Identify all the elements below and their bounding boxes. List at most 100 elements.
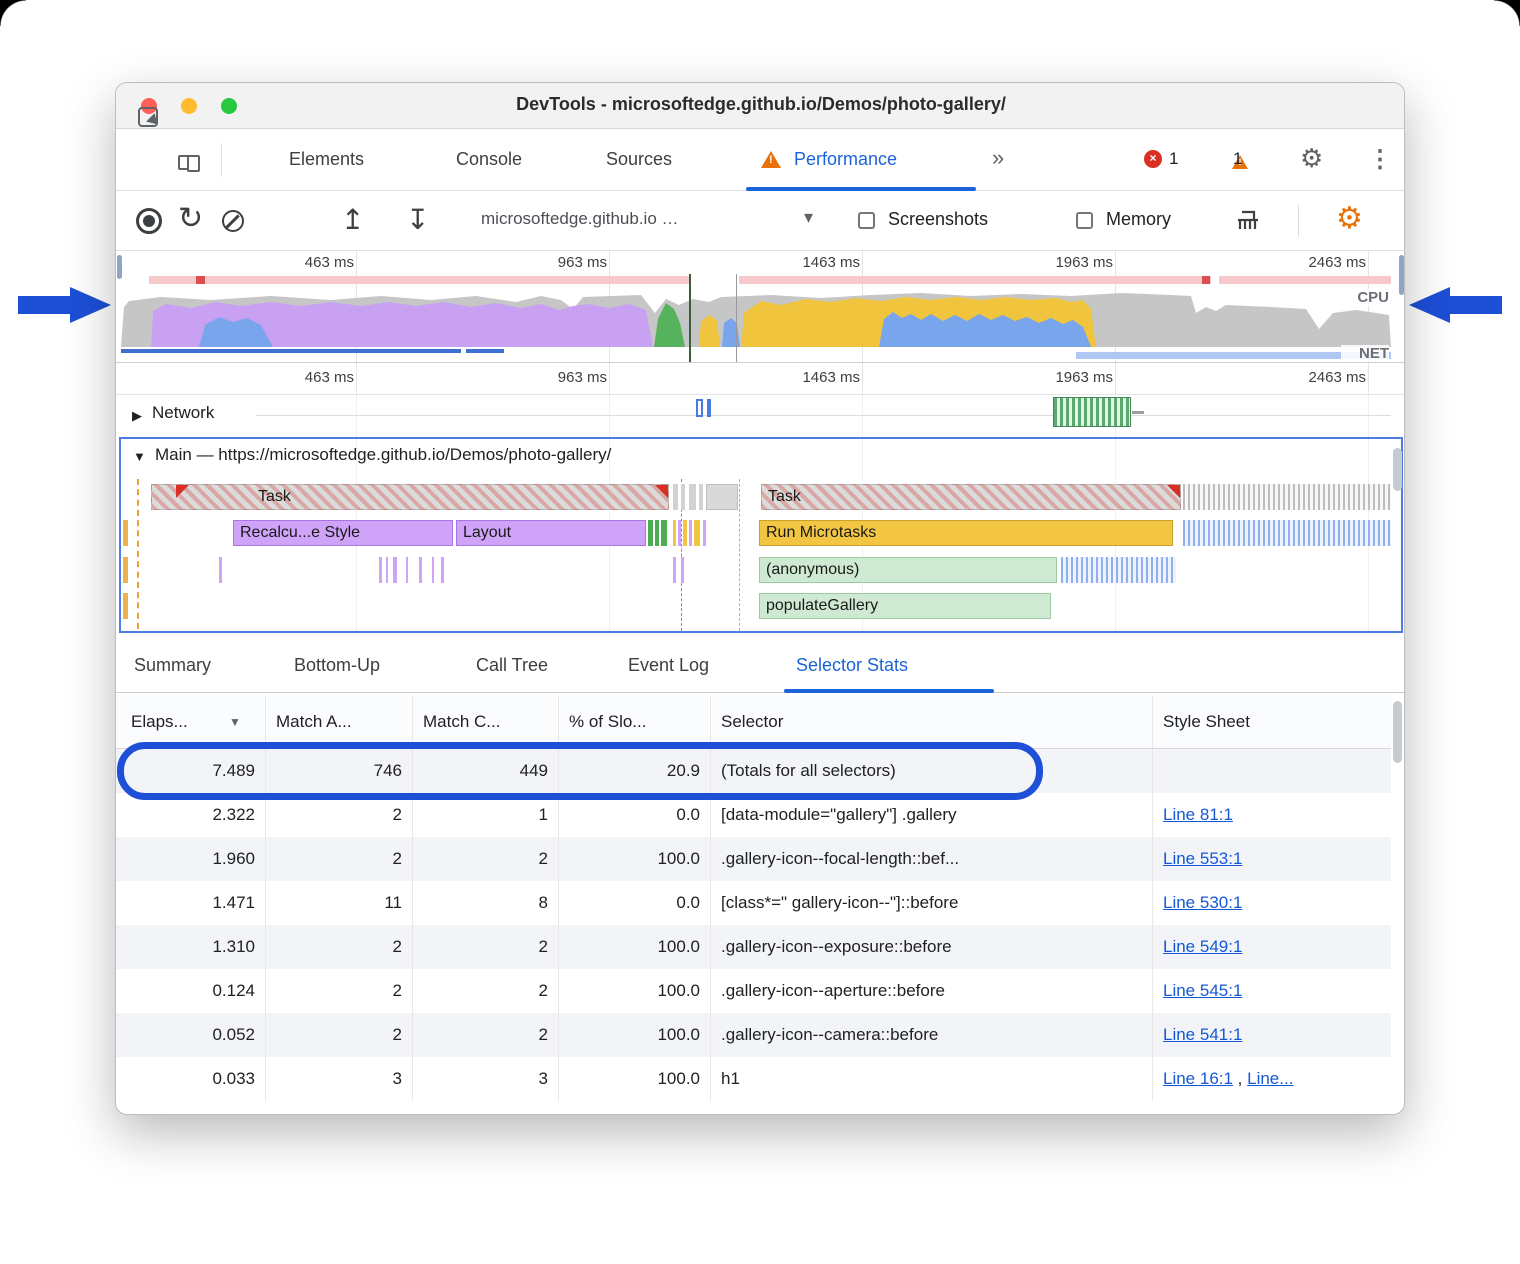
column-header-style-sheet[interactable]: Style Sheet: [1153, 695, 1391, 748]
tab-bottom-up[interactable]: Bottom-Up: [294, 655, 380, 676]
activity-sliver[interactable]: [673, 520, 676, 546]
column-header-match-count[interactable]: Match C...: [413, 695, 559, 748]
range-divider-line[interactable]: [736, 274, 737, 362]
activity-sliver[interactable]: [706, 484, 738, 510]
flame-bar-populate-gallery[interactable]: populateGallery: [759, 593, 1051, 619]
activity-sliver[interactable]: [694, 520, 700, 546]
reload-icon[interactable]: ↻: [178, 201, 203, 236]
activity-sliver[interactable]: [441, 557, 444, 583]
activity-sliver[interactable]: [648, 520, 653, 546]
capture-settings-gear-icon[interactable]: ⚙: [1336, 201, 1363, 236]
column-label: Elaps...: [131, 712, 188, 731]
flame-bar-task[interactable]: Task: [761, 484, 1181, 510]
activity-sliver[interactable]: [673, 557, 676, 583]
activity-sliver[interactable]: [703, 520, 706, 546]
cpu-activity-chart[interactable]: [121, 287, 1391, 347]
style-sheet-link[interactable]: Line 81:1: [1163, 805, 1233, 824]
chevron-down-icon[interactable]: ▾: [804, 207, 813, 228]
column-header-match-attempts[interactable]: Match A...: [266, 695, 413, 748]
table-row[interactable]: 0.052 2 2 100.0 .gallery-icon--camera::b…: [116, 1013, 1391, 1057]
activity-sliver[interactable]: [678, 520, 681, 546]
activity-sliver[interactable]: [689, 484, 696, 510]
activity-sliver[interactable]: [673, 484, 678, 510]
flame-bar-run-microtasks[interactable]: Run Microtasks: [759, 520, 1173, 546]
activity-sliver[interactable]: [386, 557, 388, 583]
memory-checkbox[interactable]: [1076, 212, 1093, 229]
tab-call-tree[interactable]: Call Tree: [476, 655, 548, 676]
disclosure-expanded-icon[interactable]: ▼: [133, 449, 146, 464]
tab-selector-stats[interactable]: Selector Stats: [796, 655, 908, 676]
disclosure-collapsed-icon[interactable]: ▶: [132, 408, 142, 424]
garbage-collect-brush-icon[interactable]: [1234, 207, 1262, 235]
device-toolbar-icon[interactable]: [178, 155, 198, 170]
flame-scrollbar-thumb[interactable]: [1393, 448, 1402, 491]
tab-event-log[interactable]: Event Log: [628, 655, 709, 676]
activity-sliver[interactable]: [432, 557, 434, 583]
table-row[interactable]: 1.960 2 2 100.0 .gallery-icon--focal-len…: [116, 837, 1391, 881]
network-request[interactable]: [696, 399, 703, 417]
activity-sliver[interactable]: [393, 557, 397, 583]
style-sheet-link[interactable]: Line 545:1: [1163, 981, 1242, 1000]
more-tabs-icon[interactable]: »: [992, 145, 1004, 171]
tab-performance[interactable]: Performance: [794, 149, 897, 170]
clear-icon[interactable]: [222, 210, 244, 232]
activity-sliver[interactable]: [681, 484, 685, 510]
error-count[interactable]: 1: [1169, 149, 1178, 169]
history-dropdown[interactable]: microsoftedge.github.io …: [481, 209, 679, 229]
settings-gear-icon[interactable]: ⚙: [1300, 143, 1323, 174]
activity-sliver[interactable]: [683, 520, 687, 546]
activity-sliver[interactable]: [406, 557, 408, 583]
overview-tick: 2463 ms: [1286, 254, 1366, 271]
table-scrollbar-thumb[interactable]: [1393, 701, 1402, 763]
tab-console[interactable]: Console: [456, 149, 522, 170]
inspect-icon[interactable]: [138, 107, 158, 127]
style-sheet-link[interactable]: Line...: [1247, 1069, 1293, 1088]
flame-bar-anonymous[interactable]: (anonymous): [759, 557, 1057, 583]
table-row[interactable]: 1.310 2 2 100.0 .gallery-icon--exposure:…: [116, 925, 1391, 969]
tab-elements[interactable]: Elements: [289, 149, 364, 170]
error-badge-icon[interactable]: ×: [1144, 150, 1162, 168]
dense-js-region[interactable]: [1061, 557, 1176, 583]
main-thread-label[interactable]: Main — https://microsoftedge.github.io/D…: [155, 445, 611, 465]
activity-sliver[interactable]: [689, 520, 692, 546]
style-sheet-link[interactable]: Line 530:1: [1163, 893, 1242, 912]
flame-bar-recalc-style[interactable]: Recalcu...e Style: [233, 520, 453, 546]
record-button[interactable]: [136, 208, 162, 234]
range-handle-right[interactable]: [1399, 255, 1404, 295]
title-bar[interactable]: DevTools - microsoftedge.github.io/Demos…: [116, 83, 1405, 129]
flame-bar-layout[interactable]: Layout: [456, 520, 646, 546]
range-handle-left[interactable]: [117, 255, 122, 279]
network-track-label[interactable]: Network: [152, 403, 214, 423]
flame-bar-task[interactable]: Task: [151, 484, 669, 510]
style-sheet-link[interactable]: Line 16:1: [1163, 1069, 1233, 1088]
playhead-line[interactable]: [689, 274, 691, 362]
activity-sliver[interactable]: [379, 557, 382, 583]
activity-sliver[interactable]: [661, 520, 667, 546]
kebab-menu-icon[interactable]: ⋮: [1368, 145, 1392, 174]
screenshots-checkbox[interactable]: [858, 212, 875, 229]
network-request[interactable]: [1053, 397, 1131, 427]
column-header-slow-path[interactable]: % of Slo...: [559, 695, 711, 748]
activity-sliver[interactable]: [699, 484, 703, 510]
table-row[interactable]: 0.033 3 3 100.0 h1 Line 16:1 , Line...: [116, 1057, 1391, 1101]
tab-sources[interactable]: Sources: [606, 149, 672, 170]
activity-sliver[interactable]: [681, 557, 684, 583]
activity-sliver[interactable]: [219, 557, 222, 583]
activity-sliver[interactable]: [419, 557, 422, 583]
network-request[interactable]: [707, 399, 711, 417]
table-row[interactable]: 1.471 11 8 0.0 [class*=" gallery-icon--"…: [116, 881, 1391, 925]
dense-js-region[interactable]: [1183, 520, 1391, 546]
style-sheet-link[interactable]: Line 553:1: [1163, 849, 1242, 868]
warning-count[interactable]: 1: [1233, 149, 1242, 169]
tab-summary[interactable]: Summary: [134, 655, 211, 676]
activity-sliver[interactable]: [655, 520, 659, 546]
style-sheet-link[interactable]: Line 541:1: [1163, 1025, 1242, 1044]
timeline-overview[interactable]: 463 ms 963 ms 1463 ms 1963 ms 2463 ms CP…: [116, 251, 1405, 363]
column-header-selector[interactable]: Selector: [711, 695, 1153, 748]
column-header-elapsed[interactable]: Elaps...▼: [121, 695, 266, 748]
style-sheet-link[interactable]: Line 549:1: [1163, 937, 1242, 956]
dense-task-region[interactable]: [1183, 484, 1391, 510]
download-profile-icon[interactable]: ↧: [406, 203, 429, 236]
table-row[interactable]: 0.124 2 2 100.0 .gallery-icon--aperture:…: [116, 969, 1391, 1013]
upload-profile-icon[interactable]: ↥: [341, 203, 364, 236]
